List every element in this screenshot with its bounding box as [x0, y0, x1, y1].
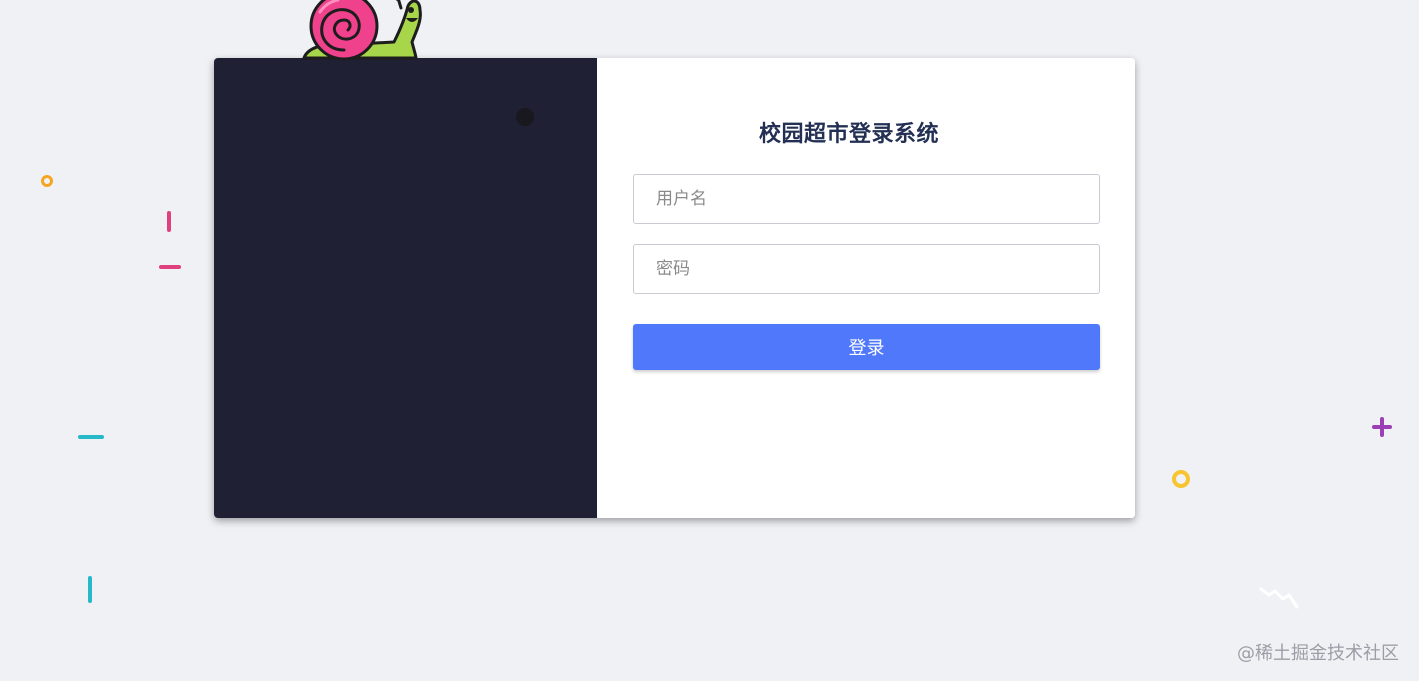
password-input[interactable]: [633, 244, 1100, 294]
purple-plus-decoration: [1372, 417, 1392, 437]
login-page: 校园超市登录系统 登录 @稀土掘金技术社区: [0, 0, 1419, 681]
decorative-dark-panel: [214, 58, 597, 518]
pink-horizontal-dash-decoration: [159, 265, 181, 269]
pink-vertical-dash-decoration: [167, 211, 171, 232]
watermark-text: @稀土掘金技术社区: [1237, 643, 1399, 664]
dark-dot-decoration: [516, 108, 534, 126]
login-button[interactable]: 登录: [633, 324, 1100, 370]
white-squiggle-decoration: [1259, 587, 1299, 609]
snail-mascot-icon: [302, 0, 422, 60]
login-form-panel: 校园超市登录系统 登录: [597, 58, 1135, 518]
login-title: 校园超市登录系统: [758, 122, 939, 147]
yellow-ring-decoration: [1172, 470, 1190, 488]
teal-horizontal-dash-decoration: [78, 435, 104, 439]
login-card: 校园超市登录系统 登录: [214, 58, 1135, 518]
teal-vertical-dash-decoration: [88, 576, 92, 603]
orange-ring-decoration: [41, 175, 53, 187]
username-input[interactable]: [633, 174, 1100, 224]
